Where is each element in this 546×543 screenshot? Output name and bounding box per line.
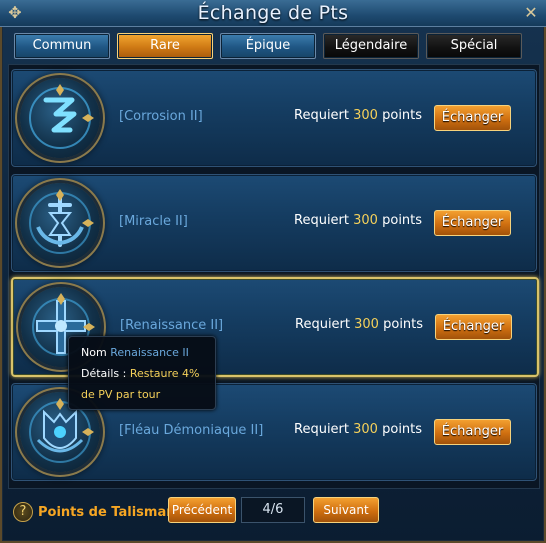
tooltip-details-value-2: de PV par tour bbox=[81, 388, 161, 401]
help-icon[interactable]: ? bbox=[13, 502, 33, 522]
tab-special[interactable]: Spécial bbox=[426, 33, 522, 59]
exchange-button[interactable]: Échanger bbox=[434, 210, 511, 236]
item-cost: Requiert 300 points bbox=[294, 108, 422, 123]
next-button[interactable]: Suivant bbox=[313, 497, 379, 523]
item-tooltip: Nom Renaissance II Détails : Restaure 4%… bbox=[68, 336, 216, 410]
points-value: 300 bbox=[354, 317, 379, 332]
talisman-points-label: Points de Talisman bbox=[38, 505, 176, 520]
corrosion-talisman-icon bbox=[20, 78, 100, 158]
points-value: 300 bbox=[353, 108, 378, 123]
tab-legendaire[interactable]: Légendaire bbox=[323, 33, 419, 59]
points-value: 300 bbox=[353, 422, 378, 437]
tab-commun[interactable]: Commun bbox=[14, 33, 110, 59]
title-bar: ✥ Échange de Pts ✕ bbox=[0, 0, 546, 27]
tooltip-details: Détails : Restaure 4% bbox=[81, 367, 200, 380]
requires-label: Requiert bbox=[294, 422, 349, 437]
close-icon[interactable]: ✕ bbox=[518, 0, 544, 26]
points-unit: points bbox=[382, 213, 423, 228]
points-unit: points bbox=[382, 108, 423, 123]
item-name: [Renaissance II] bbox=[120, 318, 224, 333]
points-unit: points bbox=[382, 422, 423, 437]
item-name: [Miracle II] bbox=[119, 214, 188, 229]
item-list: [Corrosion II] Requiert 300 points Échan… bbox=[8, 64, 540, 489]
tooltip-details-value: Restaure 4% bbox=[129, 367, 200, 380]
tooltip-details-label: Détails : bbox=[81, 367, 127, 380]
item-name: [Corrosion II] bbox=[119, 109, 203, 124]
list-item[interactable]: [Corrosion II] Requiert 300 points Échan… bbox=[11, 69, 537, 167]
tooltip-name-value: Renaissance II bbox=[110, 346, 189, 359]
tooltip-name-label: Nom bbox=[81, 346, 107, 359]
list-item[interactable]: [Miracle II] Requiert 300 points Échange… bbox=[11, 174, 537, 272]
points-unit: points bbox=[383, 317, 424, 332]
miracle-talisman-icon bbox=[20, 183, 100, 263]
tooltip-details-cont: de PV par tour bbox=[81, 388, 160, 401]
requires-label: Requiert bbox=[295, 317, 350, 332]
page-indicator: 4/6 bbox=[241, 497, 305, 523]
item-cost: Requiert 300 points bbox=[295, 317, 423, 332]
exchange-button[interactable]: Échanger bbox=[435, 314, 512, 340]
window-title: Échange de Pts bbox=[197, 2, 349, 24]
exchange-button[interactable]: Échanger bbox=[434, 419, 511, 445]
exchange-button[interactable]: Échanger bbox=[434, 105, 511, 131]
requires-label: Requiert bbox=[294, 213, 349, 228]
tooltip-name: Nom Renaissance II bbox=[81, 346, 189, 359]
points-value: 300 bbox=[353, 213, 378, 228]
tab-epique[interactable]: Épique bbox=[220, 33, 316, 59]
footer-bar: ? Points de Talisman Précédent 4/6 Suiva… bbox=[0, 494, 546, 534]
exchange-window: ✥ Échange de Pts ✕ Commun Rare Épique Lé… bbox=[0, 0, 546, 543]
previous-button[interactable]: Précédent bbox=[168, 497, 236, 523]
item-cost: Requiert 300 points bbox=[294, 422, 422, 437]
item-name: [Fléau Démoniaque II] bbox=[119, 423, 264, 438]
tab-rare[interactable]: Rare bbox=[117, 33, 213, 59]
requires-label: Requiert bbox=[294, 108, 349, 123]
item-cost: Requiert 300 points bbox=[294, 213, 422, 228]
